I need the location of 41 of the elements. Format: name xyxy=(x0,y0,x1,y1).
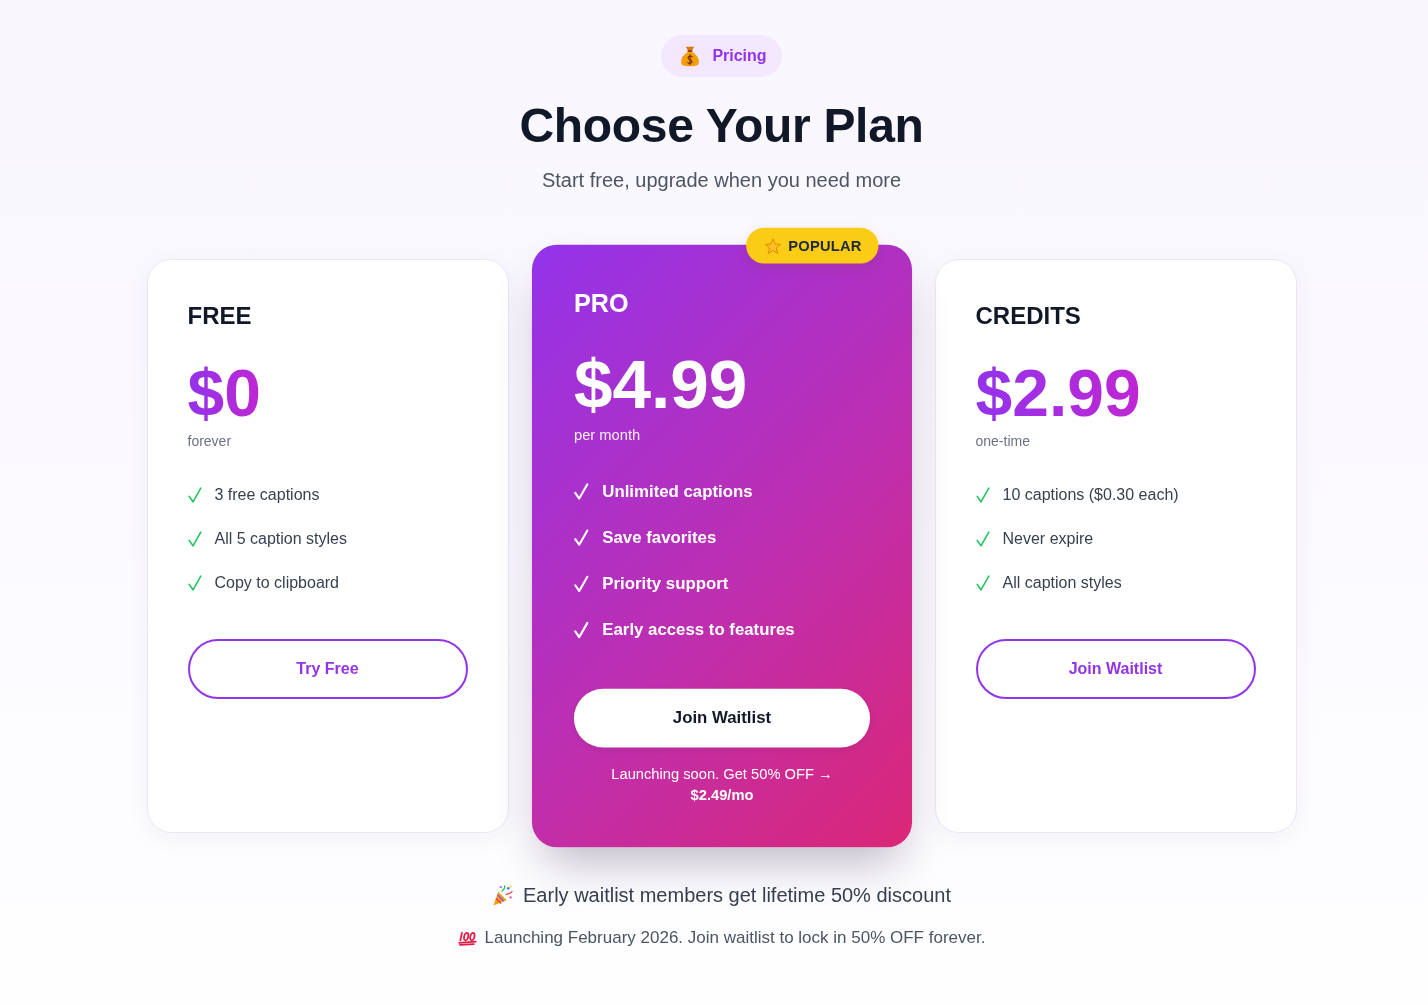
badge-label: POPULAR xyxy=(787,236,862,256)
plan-name: FREE xyxy=(187,301,252,331)
check-icon xyxy=(975,487,990,503)
check-icon xyxy=(573,483,589,500)
price-period: forever xyxy=(187,432,232,451)
plan-name: CREDITS xyxy=(975,301,1081,331)
check-icon xyxy=(187,575,202,591)
feature-label: Priority support xyxy=(601,573,728,595)
feature-label: 3 free captions xyxy=(214,485,320,505)
plan-button[interactable]: Join Waitlist xyxy=(573,688,870,748)
discount-note: Launching soon. Get 50% OFF → $2.49/mo xyxy=(609,764,834,806)
star-icon xyxy=(764,237,781,254)
price-period: one-time xyxy=(975,432,1030,451)
feature-label: Copy to clipboard xyxy=(214,573,339,593)
waitlist-headline: Early waitlist members get lifetime 50% discount xyxy=(523,883,951,908)
check-icon xyxy=(187,487,202,503)
hundred-points-icon xyxy=(457,930,477,946)
plan-button[interactable]: Join Waitlist xyxy=(975,639,1256,699)
pricing-title: Choose Your Plan xyxy=(519,98,924,154)
check-icon xyxy=(573,621,589,639)
feature-label: 10 captions ($0.30 each) xyxy=(1002,485,1179,505)
feature-label: Never expire xyxy=(1002,529,1094,549)
pricing-subtitle: Start free, upgrade when you need more xyxy=(541,168,902,193)
plan-name: PRO xyxy=(573,287,629,320)
launch-note: Launching February 2026. Join waitlist to lock in 50% OFF forever. xyxy=(484,927,986,949)
check-icon xyxy=(573,575,589,593)
feature-label: All 5 caption styles xyxy=(214,529,347,549)
feature-label: Early access to features xyxy=(601,619,795,641)
feature-label: Save favorites xyxy=(601,527,716,548)
check-icon xyxy=(975,575,990,591)
plan-price: $4.99 xyxy=(573,349,747,419)
section-label: Pricing xyxy=(712,46,767,66)
plan-button[interactable]: Try Free xyxy=(187,639,468,699)
feature-label: All caption styles xyxy=(1002,573,1122,593)
check-icon xyxy=(975,531,990,547)
check-icon xyxy=(573,529,589,546)
price-period: per month xyxy=(573,425,640,446)
check-icon xyxy=(187,531,202,547)
money-bag-icon xyxy=(680,45,701,67)
party-popper-icon xyxy=(492,884,513,906)
feature-label: Unlimited captions xyxy=(601,480,753,502)
